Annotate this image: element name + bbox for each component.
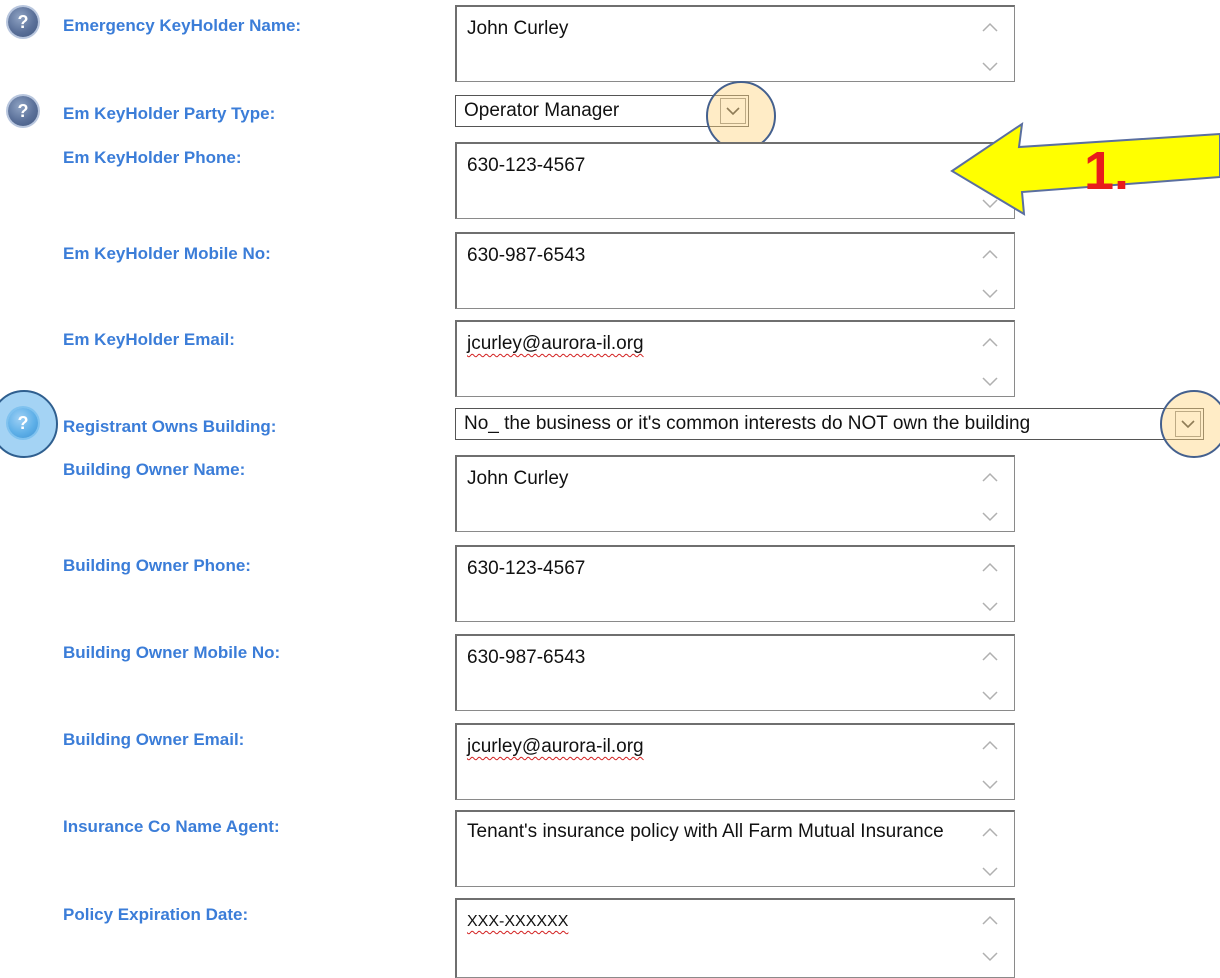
- step-number: 1.: [1084, 141, 1130, 201]
- annotation-arrow: [950, 121, 1220, 216]
